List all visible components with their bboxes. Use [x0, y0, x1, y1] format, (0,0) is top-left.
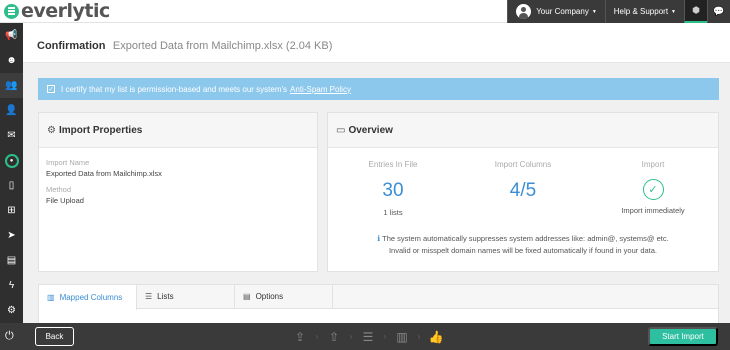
sitemap-icon[interactable]: ⊞ — [0, 198, 23, 223]
mobile-icon[interactable]: ▯ — [0, 173, 23, 198]
tab-label: Options — [255, 292, 284, 301]
anti-spam-policy-link[interactable]: Anti-Spam Policy — [290, 85, 351, 94]
help-menu[interactable]: Help & Support ▼ — [604, 0, 684, 23]
back-button[interactable]: Back — [35, 327, 74, 346]
user-add-icon[interactable]: 👤 — [0, 98, 23, 123]
columns-column: Import Columns 4/5 — [458, 160, 588, 217]
help-label: Help & Support — [613, 7, 669, 16]
certify-banner: ✓ I certify that my list is permission-b… — [38, 78, 719, 100]
tab-label: Mapped Columns — [59, 293, 123, 302]
method-value: File Upload — [46, 196, 84, 205]
workflow-icon[interactable]: ● — [0, 148, 23, 173]
step-indicator: ⇪ › ⇧ › ☰ › ▥ › 👍 — [290, 327, 446, 346]
logo[interactable]: everlytic — [4, 1, 110, 21]
company-menu[interactable]: Your Company ▼ — [507, 0, 605, 23]
settings-icon[interactable]: ⚙ — [0, 298, 23, 323]
entries-value: 30 — [382, 180, 404, 201]
page-title: Confirmation — [37, 40, 106, 52]
chevron-right-icon: › — [315, 332, 319, 341]
chevron-right-icon: › — [349, 332, 353, 341]
tab-mapped-columns[interactable]: ▥ Mapped Columns — [39, 285, 137, 310]
bolt-icon[interactable]: ϟ — [0, 273, 23, 298]
start-import-button[interactable]: Start Import — [648, 327, 718, 346]
options-icon: ▤ — [243, 292, 251, 301]
note-line-2: Invalid or misspelt domain names will be… — [388, 246, 658, 255]
report-icon[interactable]: ▤ — [0, 248, 23, 273]
detail-tabs: ▥ Mapped Columns ☰ Lists ▤ Options — [38, 284, 719, 323]
note-line-1: The system automatically suppresses syst… — [382, 234, 669, 243]
certify-text: I certify that my list is permission-bas… — [61, 84, 288, 94]
image-icon: ▭ — [336, 124, 346, 136]
columns-value: 4/5 — [509, 180, 537, 201]
overview-note: ℹ The system automatically suppresses sy… — [328, 233, 718, 257]
import-column: Import ✓ Import immediately — [588, 160, 718, 217]
import-name-label: Import Name — [46, 158, 90, 167]
page-header: Confirmation Exported Data from Mailchim… — [23, 23, 730, 63]
import-properties-panel: ⚙ Import Properties Import Name Exported… — [38, 112, 318, 272]
gear-icon: ⚙ — [47, 124, 56, 136]
tab-label: Lists — [157, 292, 174, 301]
list-icon: ☰ — [145, 292, 153, 301]
info-icon: ℹ — [377, 234, 381, 243]
top-right-menu: Your Company ▼ Help & Support ▼ ⬢ 💬 — [507, 0, 730, 23]
thumbs-up-icon: 👍 — [428, 329, 444, 344]
upload-step-icon: ⇪ — [294, 329, 306, 344]
caret-down-icon: ▼ — [591, 8, 597, 15]
contacts-icon[interactable]: 👥 — [0, 73, 23, 98]
checkbox-icon[interactable]: ✓ — [47, 85, 55, 93]
entries-sub: 1 lists — [383, 208, 403, 217]
chevron-right-icon: › — [383, 332, 387, 341]
export-step-icon: ⇧ — [328, 329, 340, 344]
logo-text: everlytic — [21, 0, 110, 22]
caret-down-icon: ▼ — [671, 8, 676, 15]
logo-icon — [4, 3, 19, 19]
import-sub: Import immediately — [621, 206, 685, 215]
smiley-icon[interactable]: ☻ — [0, 48, 23, 73]
company-label: Your Company — [536, 7, 589, 16]
power-icon[interactable]: ⏻ — [5, 330, 14, 343]
chevron-right-icon: › — [417, 332, 421, 341]
entries-label: Entries In File — [368, 160, 418, 169]
method-label: Method — [46, 185, 72, 194]
tab-lists[interactable]: ☰ Lists — [137, 285, 235, 308]
import-properties-title: Import Properties — [58, 124, 143, 136]
import-properties-header: ⚙ Import Properties — [39, 113, 317, 148]
page-subtitle: Exported Data from Mailchimp.xlsx (2.04 … — [112, 40, 333, 52]
sidebar: 📢 ☻ 👥 👤 ✉ ● ▯ ⊞ ➤ ▤ ϟ ⚙ — [0, 23, 23, 323]
import-name-value: Exported Data from Mailchimp.xlsx — [46, 169, 162, 178]
columns-label: Import Columns — [494, 160, 552, 169]
tab-options[interactable]: ▤ Options — [235, 285, 333, 308]
send-icon[interactable]: ➤ — [0, 223, 23, 248]
footer-bar: ⏻ Back ⇪ › ⇧ › ☰ › ▥ › 👍 Start Import — [0, 323, 730, 350]
entries-column: Entries In File 30 1 lists — [328, 160, 458, 217]
columns-icon: ▥ — [47, 293, 55, 302]
avatar — [516, 4, 532, 19]
email-icon[interactable]: ✉ — [0, 123, 23, 148]
top-bar: everlytic Your Company ▼ Help & Support … — [0, 0, 730, 23]
columns-step-icon: ▥ — [396, 329, 408, 344]
cube-icon[interactable]: ⬢ — [684, 0, 707, 23]
overview-title: Overview — [348, 124, 393, 136]
import-label: Import — [641, 160, 665, 169]
list-step-icon: ☰ — [362, 329, 374, 344]
check-circle-icon: ✓ — [642, 179, 664, 200]
overview-panel: ▭ Overview Entries In File 30 1 lists Im… — [327, 112, 719, 272]
megaphone-icon[interactable]: 📢 — [0, 23, 23, 48]
overview-header: ▭ Overview — [328, 113, 718, 148]
chat-icon[interactable]: 💬 — [707, 0, 730, 23]
